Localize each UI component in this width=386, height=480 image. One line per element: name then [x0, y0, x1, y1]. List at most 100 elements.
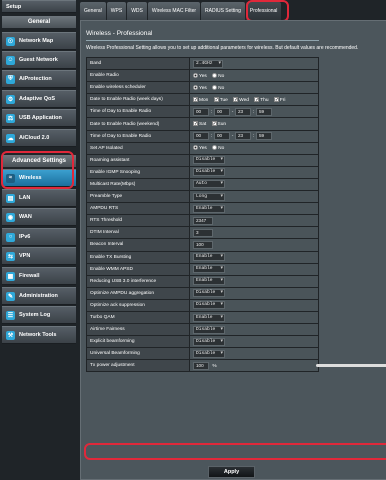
checkbox-label: Tue: [219, 97, 228, 103]
firewall-icon: ▦: [6, 271, 15, 281]
tx-power-label: Tx power adjustment: [86, 359, 190, 373]
ap-isolated-yes-radio[interactable]: [193, 145, 198, 151]
band-select[interactable]: 2.4GHz: [193, 59, 223, 68]
sidebar-item-administration[interactable]: ✎ Administration: [2, 287, 76, 305]
weekend-end-minute-input[interactable]: 59: [256, 132, 272, 141]
settings-panel: Wireless - Professional Wireless Profess…: [80, 20, 386, 480]
igmp-select[interactable]: Disable: [193, 168, 225, 177]
weekday-checkbox-wed[interactable]: ✓: [233, 96, 238, 102]
table-row: AMPDU RTS Enable: [86, 202, 319, 216]
sidebar-item-setup[interactable]: Setup: [2, 0, 76, 13]
ampdu-aggregation-select[interactable]: Disable: [193, 289, 225, 298]
table-row: Enable WMM APSD Enable: [86, 262, 319, 276]
tx-power-input[interactable]: 100: [193, 361, 209, 370]
table-row: Band 2.4GHz: [86, 56, 319, 71]
usb3-interference-select[interactable]: Enable: [193, 277, 225, 286]
tab-wps[interactable]: WPS: [106, 2, 127, 20]
sidebar-item-wan[interactable]: ◉ WAN: [2, 208, 76, 226]
sidebar-item-wireless[interactable]: ≈ Wireless: [2, 169, 76, 187]
sidebar-item-label: Network Tools: [19, 332, 57, 338]
table-row: Optimize ack suppression Disable: [86, 298, 319, 312]
enable-radio-no-radio[interactable]: [212, 72, 218, 78]
sidebar-item-firewall[interactable]: ▦ Firewall: [2, 267, 76, 285]
usb3-interference-label: Reducing USB 3.0 interference: [86, 274, 190, 288]
table-row: Optimize AMPDU aggregation Disable: [86, 286, 319, 300]
week-end-minute-input[interactable]: 59: [256, 107, 272, 116]
enable-radio-yes-radio[interactable]: [193, 72, 198, 78]
week-end-hour-input[interactable]: 23: [235, 107, 251, 116]
sidebar-item-ipv6[interactable]: ○ IPv6: [2, 228, 76, 246]
tx-bursting-select[interactable]: Enable: [193, 253, 225, 262]
radio-option-label: No: [218, 146, 225, 152]
roaming-select[interactable]: Disable: [193, 156, 225, 165]
tab-bar: General WPS WDS Wireless MAC Filter RADI…: [80, 0, 282, 20]
tab-wireless-mac-filter[interactable]: Wireless MAC Filter: [147, 2, 201, 20]
highlight-oval-tx-power: [84, 443, 386, 460]
sidebar-item-network-map[interactable]: ☉ Network Map: [2, 32, 76, 50]
dtim-interval-input[interactable]: 3: [193, 228, 213, 237]
qos-icon: ⚙: [6, 94, 15, 104]
preamble-select[interactable]: Long: [193, 192, 225, 201]
table-row: Tx power adjustment 100 %: [86, 359, 386, 373]
ampdu-rts-select[interactable]: Enable: [193, 204, 225, 213]
sidebar-item-network-tools[interactable]: ⚒ Network Tools: [2, 326, 76, 344]
turbo-qam-select[interactable]: Enable: [193, 313, 225, 322]
sidebar-item-adaptive-qos[interactable]: ⚙ Adaptive QoS: [2, 90, 76, 108]
table-row: Enable TX Bursting Enable: [86, 250, 319, 264]
sidebar-item-guest-network[interactable]: ☺ Guest Network: [2, 51, 76, 69]
guest-network-icon: ☺: [6, 55, 15, 65]
sidebar-item-label: Guest Network: [19, 57, 58, 63]
table-row: Universal Beamforming Disable: [86, 347, 319, 361]
weekend-end-hour-input[interactable]: 23: [235, 132, 251, 141]
explicit-beamforming-select[interactable]: Disable: [193, 337, 225, 346]
weekday-checkbox-mon[interactable]: ✓: [193, 96, 198, 102]
scheduler-no-radio[interactable]: [212, 84, 218, 90]
table-row: Enable IGMP Snooping Disable: [86, 165, 319, 179]
sidebar-item-vpn[interactable]: ⇆ VPN: [2, 247, 76, 265]
weekday-checkbox-tue[interactable]: ✓: [213, 96, 219, 102]
rts-threshold-input[interactable]: 2347: [193, 216, 213, 225]
weekend-start-hour-input[interactable]: 00: [193, 132, 209, 141]
tab-radius-setting[interactable]: RADIUS Setting: [201, 2, 245, 20]
weekend-checkbox-sat[interactable]: ✓: [193, 121, 198, 127]
sidebar-item-label: AiProtection: [19, 76, 52, 82]
table-row: Time of Day to Enable Radio 00:00-23:59: [86, 105, 319, 119]
universal-beamforming-select[interactable]: Disable: [193, 349, 225, 358]
sidebar-item-aicloud[interactable]: ☁ AiCloud 2.0: [2, 129, 76, 147]
sidebar-item-label: WAN: [19, 214, 32, 220]
ap-isolated-no-radio[interactable]: [212, 145, 218, 151]
airtime-fairness-select[interactable]: Disable: [193, 325, 225, 334]
table-row: Roaming assistant Disable: [86, 153, 319, 167]
sidebar-item-usb-application[interactable]: ⚖ USB Application: [2, 109, 76, 127]
table-row: RTS Threshold 2347: [86, 214, 319, 228]
cloud-icon: ☁: [6, 133, 15, 143]
radio-option-label: Yes: [199, 146, 207, 152]
sidebar-item-lan[interactable]: ▤ LAN: [2, 189, 76, 207]
ack-suppression-select[interactable]: Disable: [193, 301, 225, 310]
tab-general[interactable]: General: [80, 2, 106, 20]
beacon-interval-input[interactable]: 100: [193, 240, 213, 249]
wmm-apsd-select[interactable]: Enable: [193, 265, 225, 274]
ampdu-aggregation-label: Optimize AMPDU aggregation: [86, 286, 190, 300]
week-start-hour-input[interactable]: 00: [193, 107, 209, 116]
apply-button[interactable]: Apply: [208, 466, 255, 478]
checkbox-label: Sat: [199, 121, 207, 127]
weekday-checkbox-fri[interactable]: ✓: [273, 96, 279, 102]
week-start-minute-input[interactable]: 00: [214, 107, 230, 116]
band-label: Band: [86, 56, 190, 71]
sidebar-item-aiprotection[interactable]: ⛨ AiProtection: [2, 70, 76, 88]
tx-power-slider[interactable]: [316, 364, 386, 368]
scheduler-yes-radio[interactable]: [193, 84, 198, 90]
weekend-checkbox-sun[interactable]: ✓: [211, 121, 217, 127]
tab-professional[interactable]: Professional: [245, 2, 282, 20]
multicast-select[interactable]: Auto: [193, 180, 225, 189]
tab-wds[interactable]: WDS: [127, 2, 147, 20]
sidebar-item-system-log[interactable]: ☰ System Log: [2, 306, 76, 324]
sidebar-item-label: Administration: [19, 293, 58, 299]
page-description: Wireless Professional Setting allows you…: [86, 45, 359, 51]
weekday-checkbox-thu[interactable]: ✓: [254, 96, 259, 102]
table-row: Beacon Interval 100: [86, 238, 319, 252]
wan-icon: ◉: [6, 212, 15, 222]
weekend-start-minute-input[interactable]: 00: [214, 132, 230, 141]
checkbox-label: Wed: [239, 97, 249, 103]
